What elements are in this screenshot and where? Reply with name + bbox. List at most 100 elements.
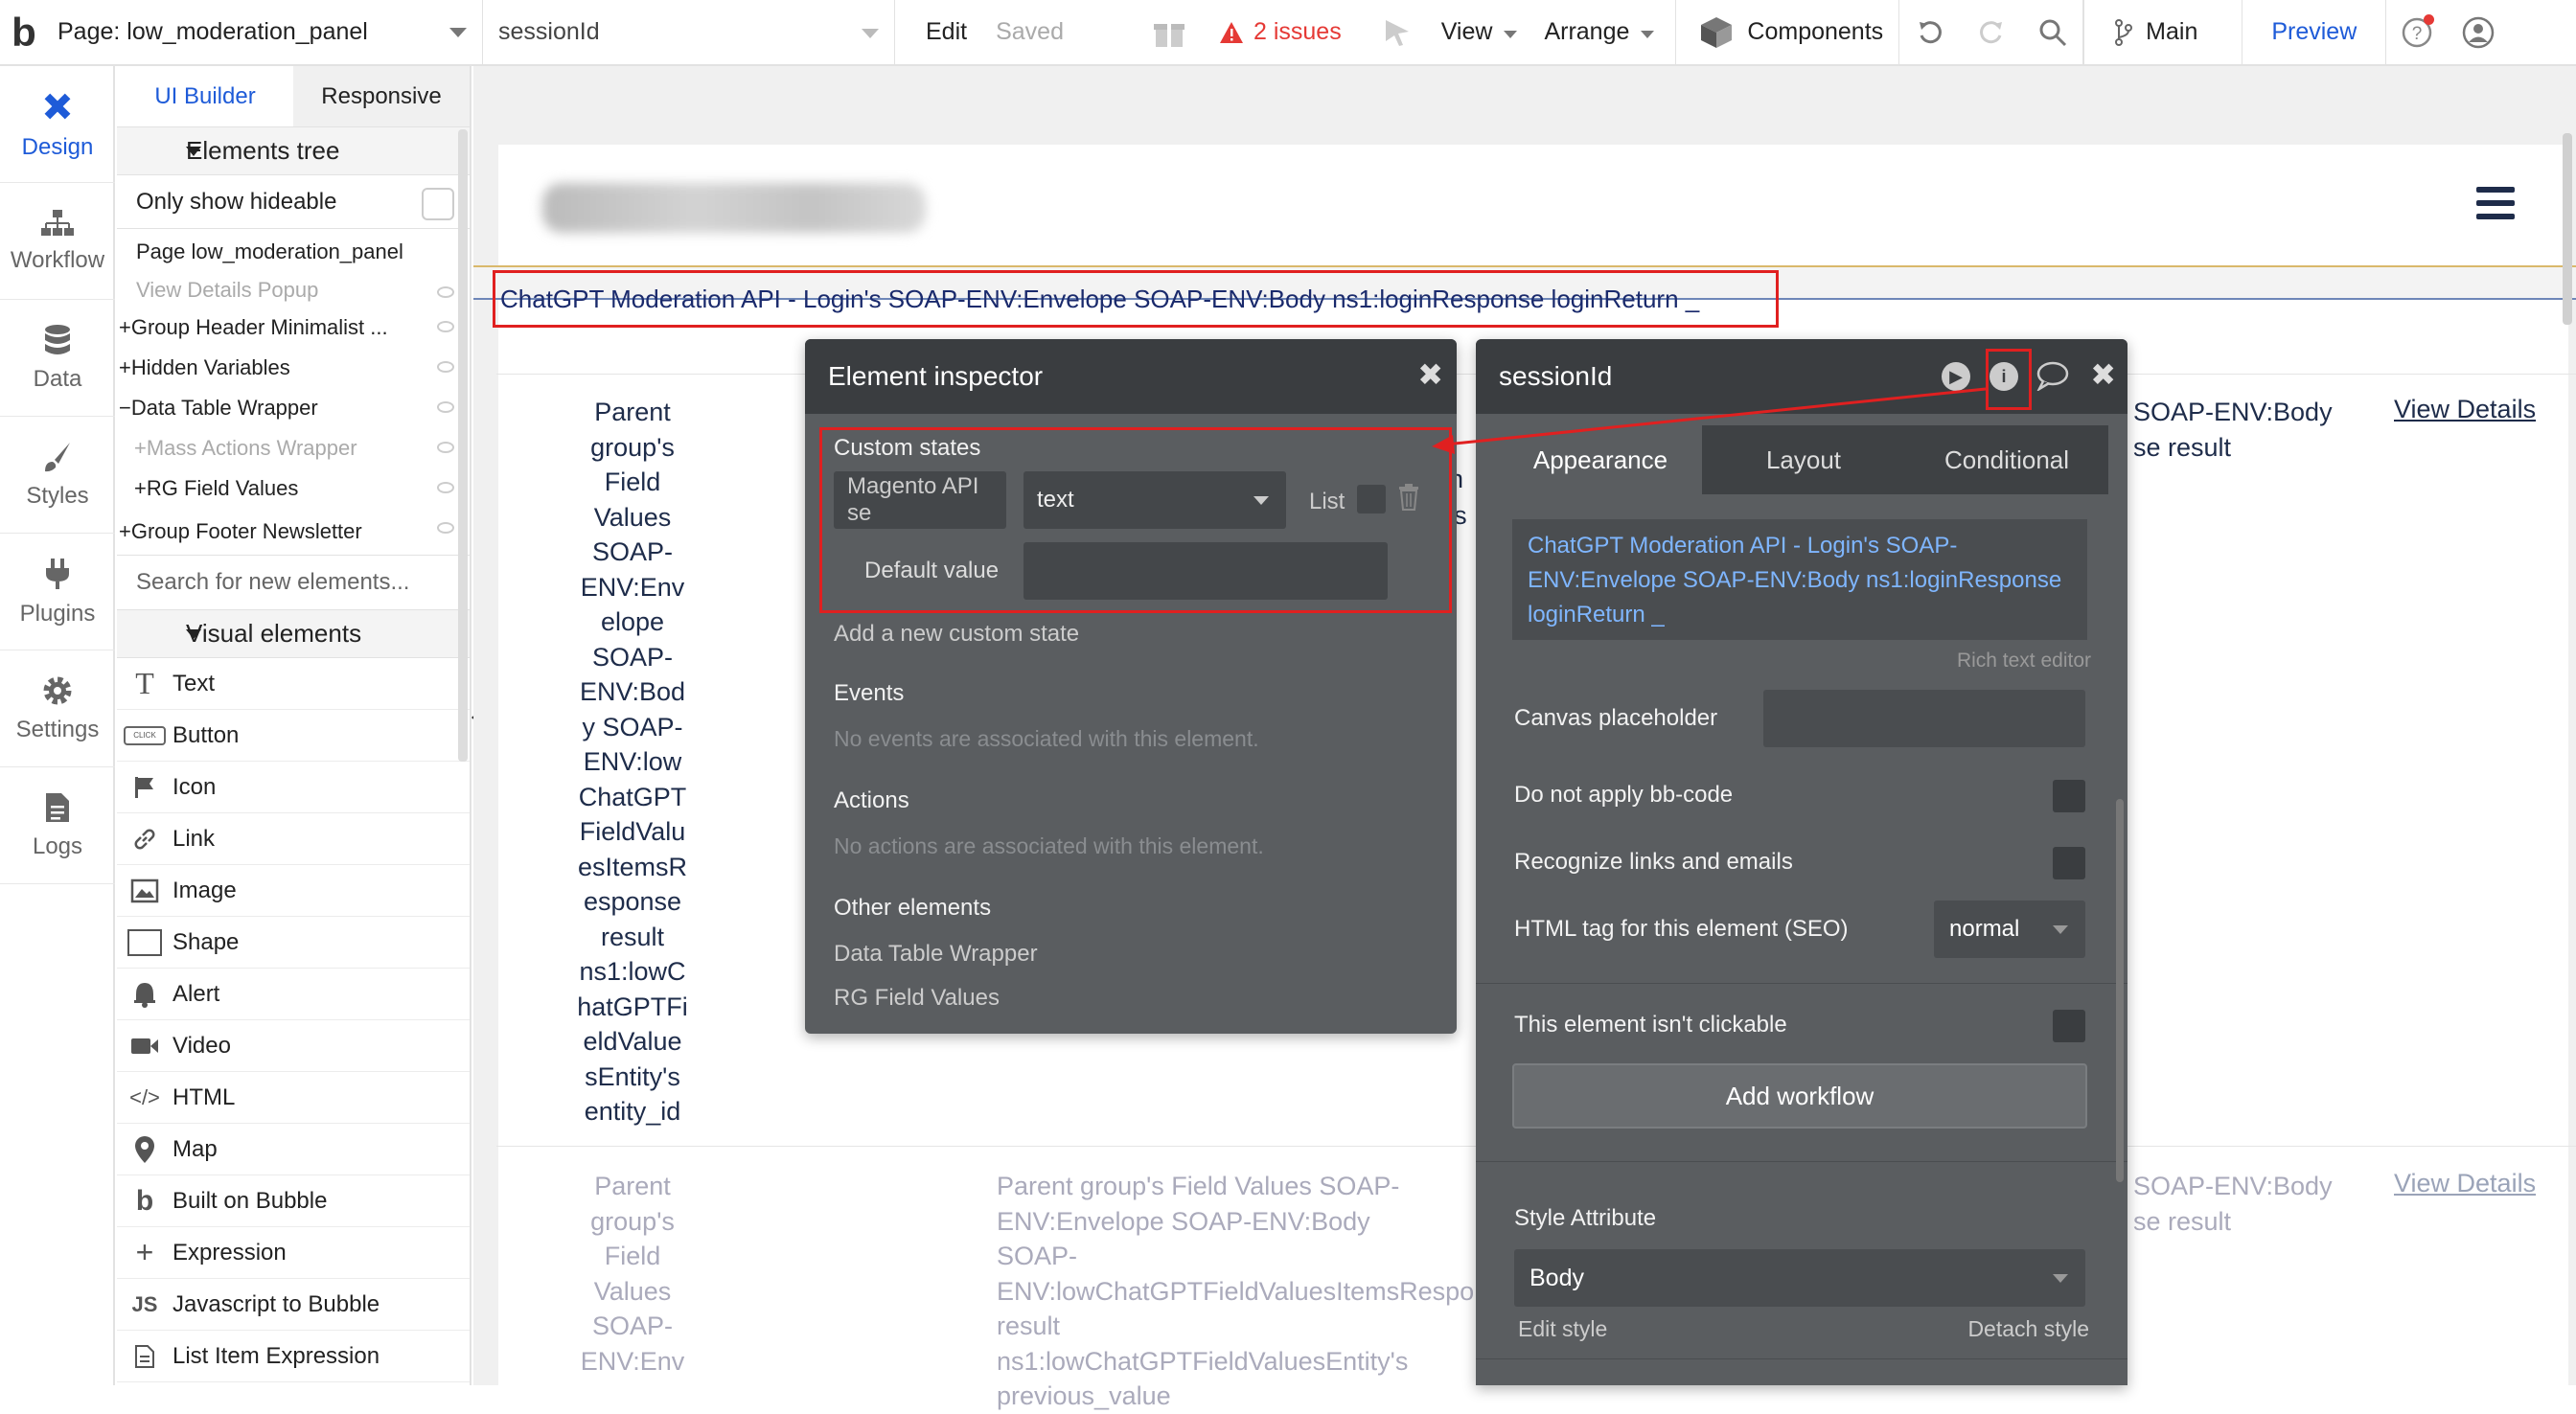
- tab-responsive[interactable]: Responsive: [293, 66, 470, 126]
- palette-text[interactable]: T Text: [117, 658, 470, 710]
- edit-menu[interactable]: Edit: [926, 18, 967, 46]
- search-icon[interactable]: [2022, 0, 2084, 65]
- palette-javascript-to-bubble[interactable]: JS Javascript to Bubble: [117, 1279, 470, 1331]
- eye-icon[interactable]: [437, 442, 454, 453]
- search-elements-input[interactable]: Search for new elements...: [117, 555, 470, 610]
- play-icon[interactable]: ▶: [1942, 362, 1970, 391]
- view-details-link[interactable]: View Details: [2394, 395, 2536, 424]
- top-toolbar: b Page: low_moderation_panel sessionId E…: [0, 0, 2576, 66]
- palette-list-item-expression[interactable]: List Item Expression: [117, 1331, 470, 1382]
- view-details-link-row2[interactable]: View Details: [2394, 1169, 2536, 1198]
- preview-button[interactable]: Preview: [2242, 0, 2387, 65]
- eye-icon[interactable]: [437, 522, 454, 534]
- other-element-link[interactable]: Data Table Wrapper: [834, 941, 1038, 968]
- elements-tree-header[interactable]: Elements tree: [117, 127, 470, 175]
- palette-label: Expression: [172, 1239, 287, 1266]
- eye-icon[interactable]: [437, 361, 454, 373]
- redo-icon[interactable]: [1961, 0, 2022, 65]
- eye-icon[interactable]: [437, 286, 454, 298]
- tree-item-hidden-variables[interactable]: + Hidden Variables: [117, 348, 470, 388]
- bubble-logo[interactable]: b: [0, 0, 48, 65]
- edit-style-link[interactable]: Edit style: [1518, 1316, 1607, 1342]
- tab-layout[interactable]: Layout: [1702, 425, 1905, 494]
- no-bbcode-checkbox[interactable]: [2053, 780, 2085, 812]
- rich-text-editor-link[interactable]: Rich text editor: [1957, 650, 2091, 673]
- nav-logs[interactable]: Logs: [0, 767, 115, 884]
- expand-icon[interactable]: +: [134, 436, 147, 461]
- palette-icon[interactable]: Icon: [117, 762, 470, 813]
- tree-item-group-footer[interactable]: + Group Footer Newsletter: [117, 509, 470, 555]
- palette-expression[interactable]: + Expression: [117, 1227, 470, 1279]
- rich-text-field[interactable]: ChatGPT Moderation API - Login's SOAP-EN…: [1512, 519, 2087, 640]
- settings-icon: [43, 676, 72, 704]
- close-icon[interactable]: ✖: [1417, 356, 1443, 393]
- branch-selector[interactable]: Main: [2083, 0, 2243, 65]
- comment-icon[interactable]: [2036, 360, 2070, 398]
- expand-icon[interactable]: +: [119, 355, 131, 380]
- other-elements-title: Other elements: [834, 895, 992, 921]
- add-workflow-button[interactable]: Add workflow: [1512, 1063, 2087, 1129]
- only-hideable-checkbox[interactable]: [422, 188, 454, 220]
- expand-icon[interactable]: +: [134, 476, 147, 501]
- tree-item-data-table-wrapper[interactable]: − Data Table Wrapper: [117, 388, 470, 428]
- help-icon[interactable]: ?: [2386, 0, 2448, 65]
- palette-link[interactable]: Link: [117, 813, 470, 865]
- style-select[interactable]: Body: [1514, 1249, 2085, 1307]
- eye-icon[interactable]: [437, 401, 454, 413]
- tree-item-page[interactable]: Page low_moderation_panel: [117, 231, 470, 273]
- close-icon[interactable]: ✖: [2090, 356, 2116, 393]
- other-element-link[interactable]: RG Field Values: [834, 985, 1000, 1012]
- add-custom-state-link[interactable]: Add a new custom state: [834, 621, 1079, 648]
- tab-appearance[interactable]: Appearance: [1499, 425, 1702, 494]
- palette-alert[interactable]: Alert: [117, 969, 470, 1020]
- canvas-scrollbar[interactable]: [2563, 133, 2572, 325]
- palette-video[interactable]: Video: [117, 1020, 470, 1072]
- arrange-menu[interactable]: Arrange: [1544, 18, 1655, 46]
- gift-icon[interactable]: [1150, 0, 1188, 65]
- warning-icon: [1219, 21, 1243, 43]
- page-selector[interactable]: Page: low_moderation_panel: [48, 0, 483, 65]
- tab-ui-builder[interactable]: UI Builder: [117, 66, 293, 126]
- expand-icon[interactable]: +: [119, 519, 131, 544]
- undo-icon[interactable]: [1899, 0, 1961, 65]
- eye-icon[interactable]: [437, 482, 454, 493]
- palette-map[interactable]: Map: [117, 1124, 470, 1175]
- tree-item-mass-actions-wrapper[interactable]: + Mass Actions Wrapper: [117, 428, 470, 468]
- not-clickable-checkbox[interactable]: [2053, 1010, 2085, 1042]
- account-icon[interactable]: [2448, 0, 2509, 65]
- nav-design[interactable]: Design: [0, 66, 115, 183]
- nav-data[interactable]: Data: [0, 300, 115, 417]
- detach-style-link[interactable]: Detach style: [1967, 1316, 2089, 1342]
- elements-panel-scrollbar[interactable]: [458, 129, 468, 762]
- hamburger-menu-icon[interactable]: [2476, 187, 2515, 227]
- palette-html[interactable]: </> HTML: [117, 1072, 470, 1124]
- element-selector[interactable]: sessionId: [483, 0, 895, 65]
- nav-workflow[interactable]: Workflow: [0, 183, 115, 300]
- components-button[interactable]: Components: [1675, 0, 1900, 65]
- canvas-placeholder-input[interactable]: [1763, 690, 2085, 747]
- issues-indicator[interactable]: 2 issues: [1219, 18, 1342, 46]
- palette-shape[interactable]: Shape: [117, 917, 470, 969]
- tree-item-rg-field-values[interactable]: + RG Field Values: [117, 468, 470, 509]
- chevron-down-icon: [862, 29, 879, 38]
- tree-item-view-details-popup[interactable]: View Details Popup: [117, 273, 470, 308]
- expand-icon[interactable]: +: [119, 315, 131, 340]
- tab-conditional[interactable]: Conditional: [1905, 425, 2108, 494]
- view-menu[interactable]: View: [1441, 18, 1518, 46]
- html-tag-select[interactable]: normal: [1934, 901, 2085, 958]
- pointer-icon[interactable]: [1380, 0, 1414, 65]
- recognize-links-checkbox[interactable]: [2053, 847, 2085, 879]
- eye-icon[interactable]: [437, 321, 454, 332]
- visual-elements-header[interactable]: Visual elements: [117, 610, 470, 658]
- nav-styles[interactable]: Styles: [0, 417, 115, 534]
- collapse-icon[interactable]: −: [119, 396, 131, 421]
- property-editor-scrollbar[interactable]: [2116, 799, 2124, 1182]
- tree-item-label: RG Field Values: [146, 476, 299, 500]
- palette-button[interactable]: CLICK Button: [117, 710, 470, 762]
- palette-image[interactable]: Image: [117, 865, 470, 917]
- cell-line: Parent: [594, 398, 671, 426]
- tree-item-group-header[interactable]: + Group Header Minimalist ...: [117, 308, 470, 348]
- palette-built-on-bubble[interactable]: b Built on Bubble: [117, 1175, 470, 1227]
- nav-plugins[interactable]: Plugins: [0, 534, 115, 650]
- nav-settings[interactable]: Settings: [0, 650, 115, 767]
